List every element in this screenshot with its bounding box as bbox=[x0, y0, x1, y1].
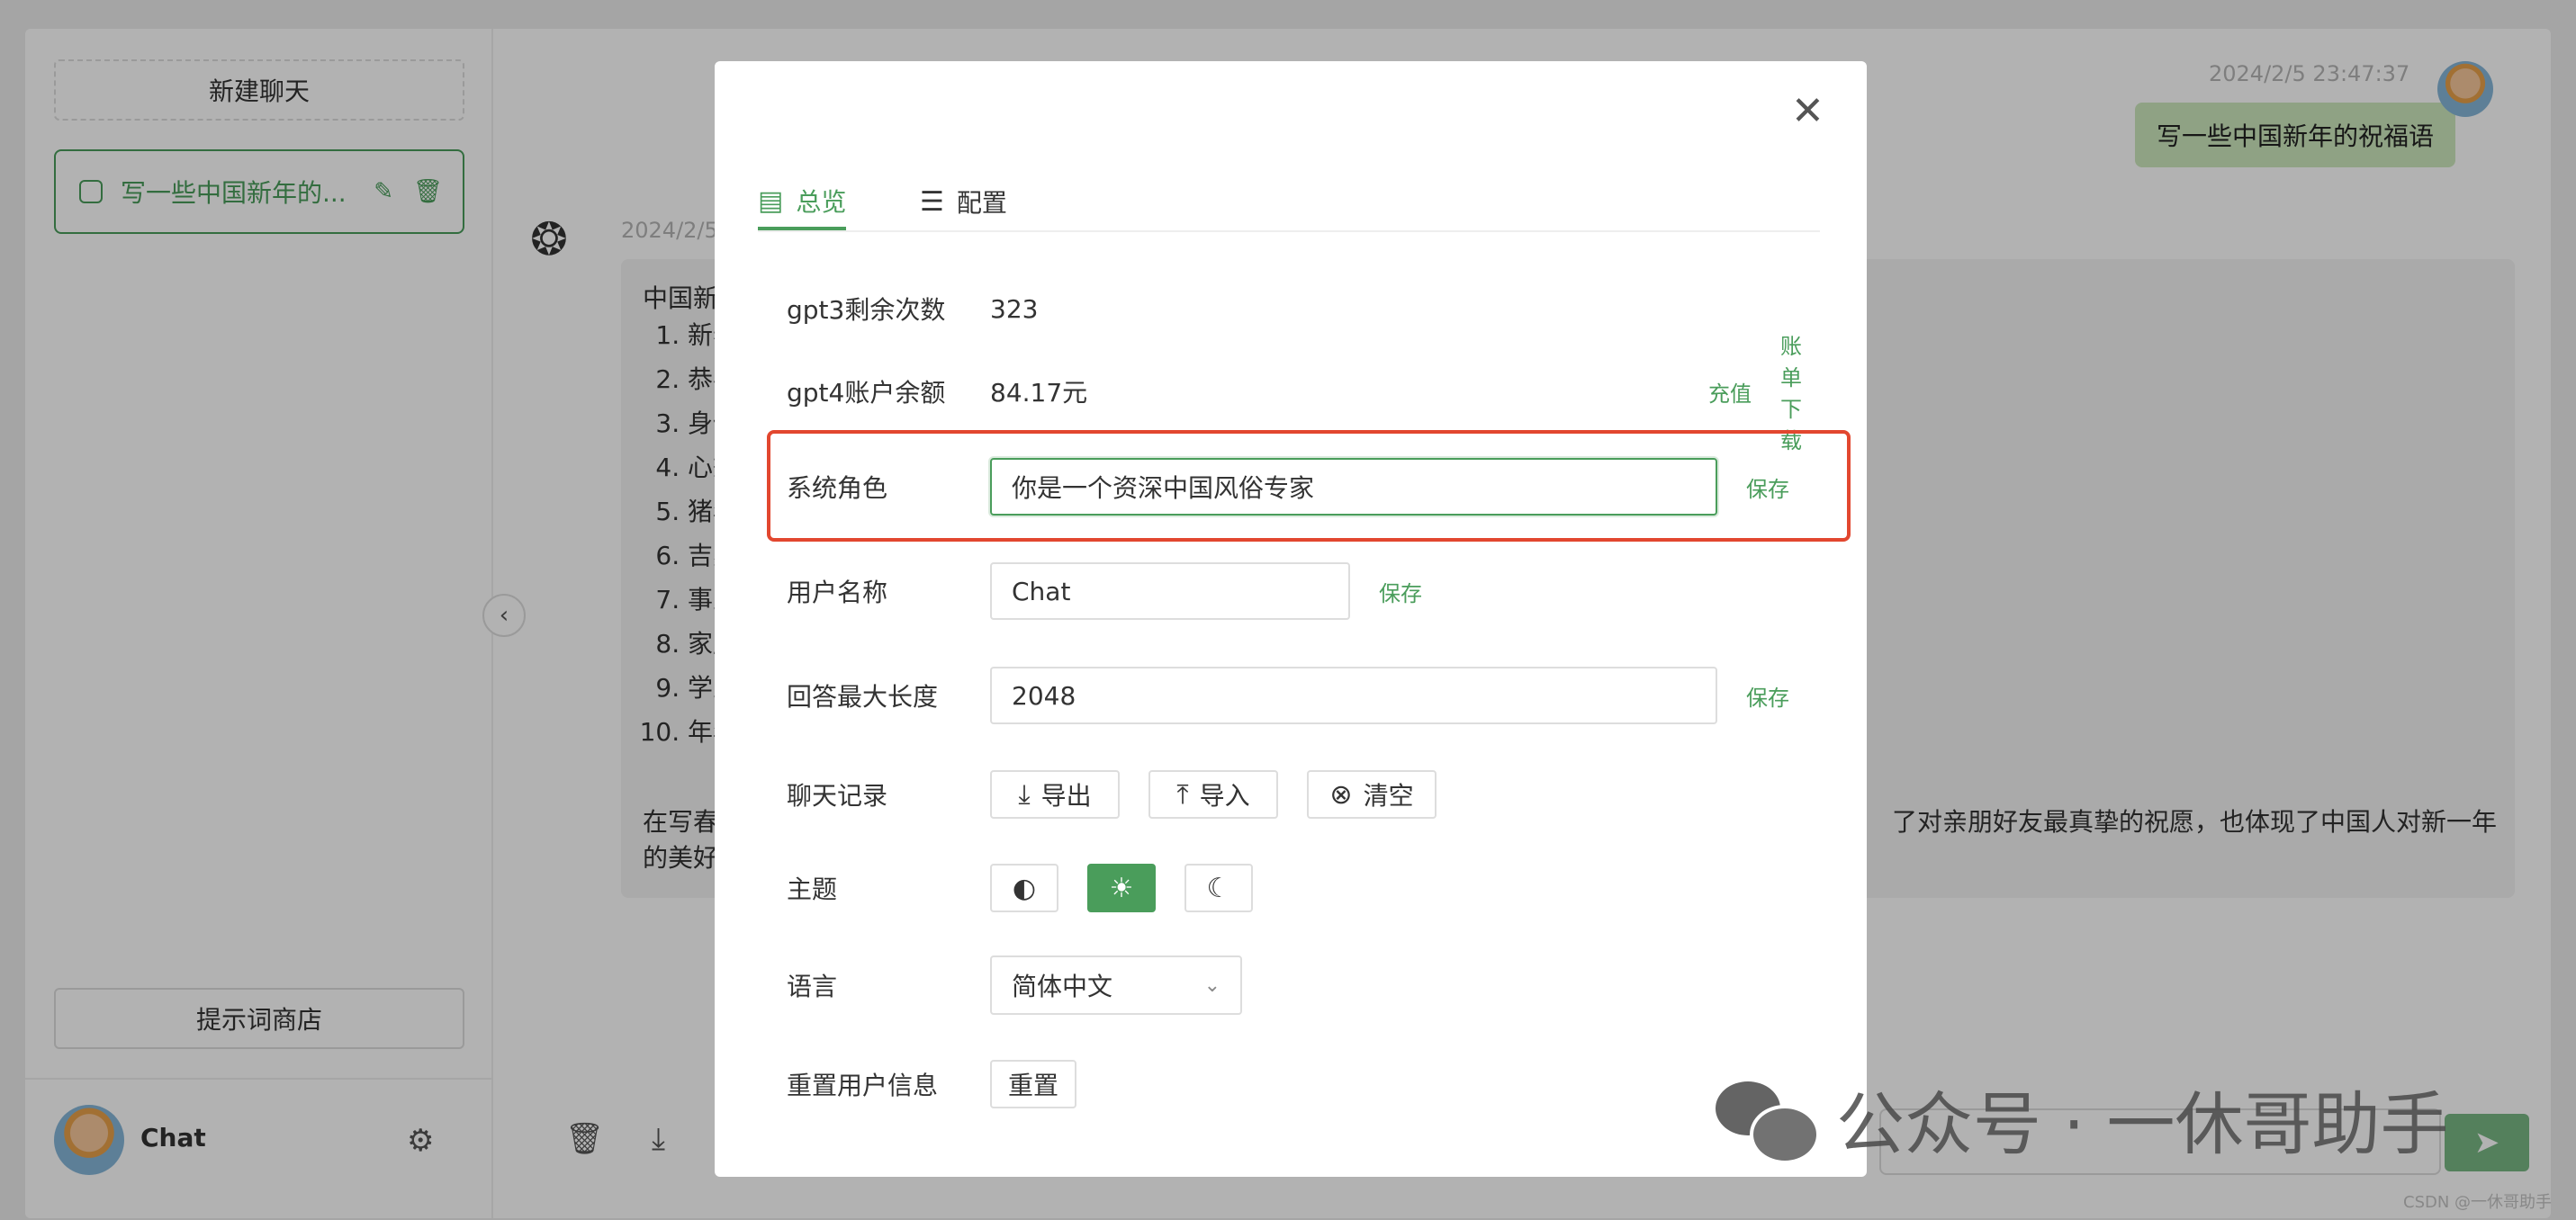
reset-button[interactable]: 重置 bbox=[990, 1060, 1076, 1108]
tab-config[interactable]: ☰ 配置 bbox=[920, 175, 1007, 229]
tab-overview[interactable]: ▤ 总览 bbox=[758, 175, 847, 230]
export-label: 导出 bbox=[1040, 781, 1092, 811]
clear-circle-icon: ⊗ bbox=[1329, 778, 1353, 811]
import-label: 导入 bbox=[1199, 781, 1250, 811]
username-row: 用户名称 Chat 保存 bbox=[787, 560, 1822, 623]
username-label: 用户名称 bbox=[787, 578, 888, 607]
gpt3-label: gpt3剩余次数 bbox=[787, 295, 946, 325]
max-length-input[interactable]: 2048 bbox=[990, 667, 1717, 724]
highlight-box bbox=[767, 430, 1851, 542]
moon-icon: ☾ bbox=[1206, 872, 1231, 904]
history-row: 聊天记录 ⤓ 导出 ⤒ 导入 ⊗ 清空 bbox=[787, 763, 1822, 826]
wechat-logo-icon bbox=[1716, 1078, 1820, 1164]
close-icon[interactable]: ✕ bbox=[1791, 92, 1824, 131]
config-icon: ☰ bbox=[920, 185, 944, 218]
reset-label: 重置用户信息 bbox=[787, 1071, 939, 1100]
language-select[interactable]: 简体中文 ⌄ bbox=[990, 955, 1242, 1015]
clear-label: 清空 bbox=[1363, 781, 1414, 811]
save-max-length-button[interactable]: 保存 bbox=[1746, 680, 1789, 712]
gpt3-value: 323 bbox=[990, 293, 1039, 324]
gpt3-row: gpt3剩余次数 323 bbox=[787, 277, 1822, 340]
max-length-row: 回答最大长度 2048 保存 bbox=[787, 664, 1822, 727]
gpt4-value: 84.17元 bbox=[990, 378, 1088, 408]
theme-light-button[interactable]: ☀ bbox=[1087, 864, 1156, 912]
download-icon: ⤓ bbox=[1018, 778, 1031, 811]
language-value: 简体中文 bbox=[1012, 972, 1113, 1001]
gpt4-row: gpt4账户余额 84.17元 充值 账单下载 bbox=[787, 334, 1822, 453]
csdn-credit: CSDN @一休哥助手 bbox=[2403, 1193, 2553, 1212]
overview-icon: ▤ bbox=[758, 184, 784, 217]
history-label: 聊天记录 bbox=[787, 781, 888, 811]
settings-tabs: ▤ 总览 ☰ 配置 bbox=[758, 175, 1820, 232]
save-username-button[interactable]: 保存 bbox=[1379, 576, 1422, 607]
theme-auto-button[interactable]: ◐ bbox=[990, 864, 1058, 912]
reset-row: 重置用户信息 重置 bbox=[787, 1053, 1822, 1116]
language-label: 语言 bbox=[787, 972, 838, 1001]
upload-icon: ⤒ bbox=[1176, 778, 1189, 811]
export-button[interactable]: ⤓ 导出 bbox=[990, 770, 1120, 819]
max-length-label: 回答最大长度 bbox=[787, 682, 939, 712]
clear-button[interactable]: ⊗ 清空 bbox=[1307, 770, 1437, 819]
settings-modal: ✕ ▤ 总览 ☰ 配置 gpt3剩余次数 323 gpt4账户余额 84.17元… bbox=[715, 61, 1867, 1177]
theme-label: 主题 bbox=[787, 875, 838, 904]
gpt4-label: gpt4账户余额 bbox=[787, 378, 946, 408]
theme-dark-button[interactable]: ☾ bbox=[1184, 864, 1253, 912]
sun-icon: ☀ bbox=[1109, 872, 1134, 904]
recharge-link[interactable]: 充值 bbox=[1708, 376, 1752, 408]
username-input[interactable]: Chat bbox=[990, 562, 1350, 620]
watermark: 公众号 · 一休哥助手 bbox=[1716, 1069, 2448, 1168]
contrast-icon: ◐ bbox=[1012, 872, 1037, 904]
tab-config-label: 配置 bbox=[956, 188, 1007, 218]
language-row: 语言 简体中文 ⌄ bbox=[787, 954, 1822, 1017]
tab-overview-label: 总览 bbox=[796, 187, 847, 217]
chevron-down-icon: ⌄ bbox=[1203, 973, 1220, 997]
theme-row: 主题 ◐ ☀ ☾ bbox=[787, 857, 1822, 919]
watermark-text: 公众号 · 一休哥助手 bbox=[1836, 1084, 2449, 1164]
import-button[interactable]: ⤒ 导入 bbox=[1148, 770, 1278, 819]
